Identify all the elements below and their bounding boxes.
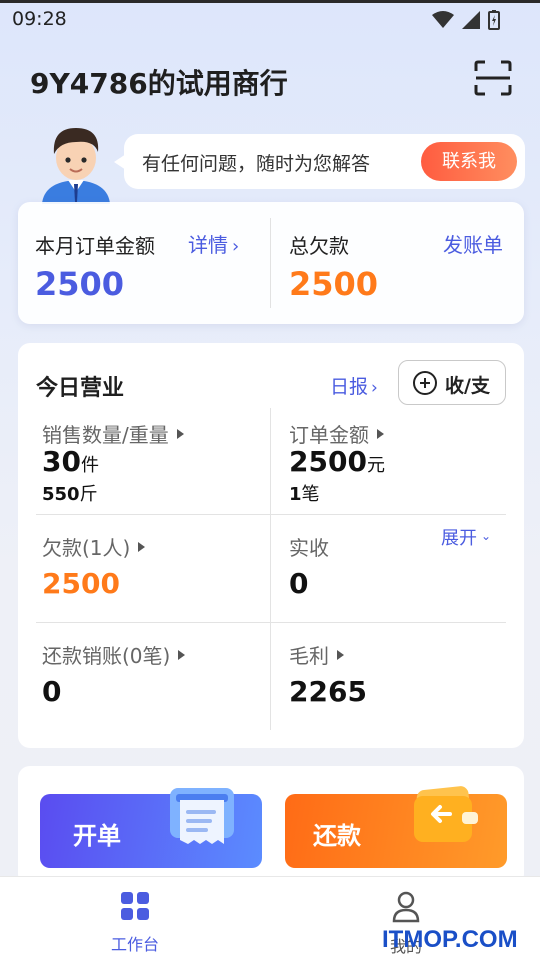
summary-card: 本月订单金额 详情 › 2500 总欠款 发账单 2500	[18, 202, 524, 324]
triangle-right-icon	[176, 429, 184, 439]
received-label: 实收	[289, 536, 329, 560]
triangle-right-icon	[178, 650, 186, 660]
assistant-avatar	[42, 128, 110, 204]
debt-value: 2500	[42, 567, 120, 600]
daily-report-label: 日报	[330, 376, 369, 398]
sales-quantity-number: 30	[42, 445, 81, 478]
sales-quantity-value: 30件	[42, 445, 99, 478]
wallet-return-icon	[414, 786, 478, 842]
sales-weight-unit: 斤	[79, 484, 98, 505]
open-order-label: 开单	[73, 822, 121, 850]
debt-cell[interactable]: 欠款(1人)	[42, 532, 146, 561]
help-text: 有任何问题，随时为您解答	[142, 153, 371, 175]
tab-workbench[interactable]: 工作台	[85, 891, 185, 955]
expand-label: 展开	[441, 528, 477, 549]
page-title: 9Y4786的试用商行	[30, 67, 288, 100]
chevron-right-icon: ›	[371, 378, 378, 398]
sales-weight-number: 550	[42, 484, 80, 505]
sales-quantity-unit: 件	[80, 455, 99, 476]
gross-profit-label: 毛利	[289, 644, 329, 668]
send-bill-link[interactable]: 发账单	[443, 229, 503, 258]
today-title: 今日营业	[36, 376, 125, 401]
repay-writeoff-cell[interactable]: 还款销账(0笔)	[42, 640, 186, 669]
daily-report-link[interactable]: 日报 ›	[330, 372, 378, 399]
tab-workbench-label: 工作台	[110, 935, 159, 954]
order-amount-unit: 元	[366, 455, 385, 476]
triangle-right-icon	[377, 429, 384, 439]
received-value: 0	[289, 567, 309, 600]
sales-quantity-label: 销售数量/重量	[42, 423, 169, 447]
monthly-order-value: 2500	[35, 265, 125, 303]
order-details-label: 详情	[188, 233, 228, 257]
total-debt-value: 2500	[289, 265, 379, 303]
grid-apps-icon	[121, 892, 149, 920]
repay-writeoff-value: 0	[42, 675, 62, 708]
status-time: 09:28	[12, 8, 67, 30]
contact-button[interactable]: 联系我	[421, 142, 517, 181]
total-debt-label: 总欠款	[289, 234, 349, 258]
grid-divider-horizontal	[36, 622, 506, 623]
order-details-link[interactable]: 详情 ›	[188, 229, 239, 258]
watermark: ITMOP.COM	[382, 926, 518, 953]
order-amount-number: 2500	[289, 445, 367, 478]
plus-circle-icon	[413, 371, 437, 395]
grid-divider-vertical	[270, 408, 271, 730]
income-expense-button[interactable]: 收/支	[398, 360, 506, 405]
battery-icon	[488, 10, 500, 30]
today-business-card: 今日营业 日报 › 收/支 销售数量/重量 30件 550斤 订单金额 2500元…	[18, 343, 524, 748]
repay-writeoff-label: 还款销账(0笔)	[42, 644, 171, 668]
summary-divider	[270, 218, 271, 308]
gross-profit-cell[interactable]: 毛利	[289, 640, 344, 669]
user-icon	[392, 891, 420, 923]
order-amount-cell[interactable]: 订单金额	[289, 419, 384, 448]
sales-quantity-cell[interactable]: 销售数量/重量	[42, 419, 184, 448]
gross-profit-value: 2265	[289, 675, 367, 708]
quick-actions-card: 开单 还款	[18, 766, 524, 886]
grid-divider-horizontal	[36, 514, 506, 515]
signal-icon	[462, 11, 480, 29]
income-expense-label: 收/支	[445, 375, 490, 397]
sales-weight-value: 550斤	[42, 480, 98, 506]
debt-label: 欠款(1人)	[42, 536, 131, 560]
wifi-icon	[432, 11, 454, 28]
expand-link[interactable]: 展开 ⌄	[441, 524, 491, 550]
order-amount-label: 订单金额	[289, 423, 369, 447]
order-amount-value: 2500元	[289, 445, 385, 478]
repay-label: 还款	[313, 822, 361, 850]
triangle-right-icon	[337, 650, 344, 660]
status-bar: 09:28	[0, 0, 540, 34]
order-count-unit: 笔	[301, 484, 320, 505]
chevron-double-down-icon: ⌄	[481, 529, 492, 543]
triangle-right-icon	[138, 542, 146, 552]
receipt-icon	[170, 788, 234, 844]
scan-icon[interactable]	[474, 60, 512, 96]
chevron-right-icon: ›	[232, 236, 240, 257]
monthly-order-label: 本月订单金额	[35, 234, 155, 258]
order-count-number: 1	[289, 484, 302, 505]
status-icons	[432, 10, 500, 30]
help-bubble: 有任何问题，随时为您解答 联系我	[114, 134, 525, 189]
order-count-value: 1笔	[289, 480, 320, 506]
